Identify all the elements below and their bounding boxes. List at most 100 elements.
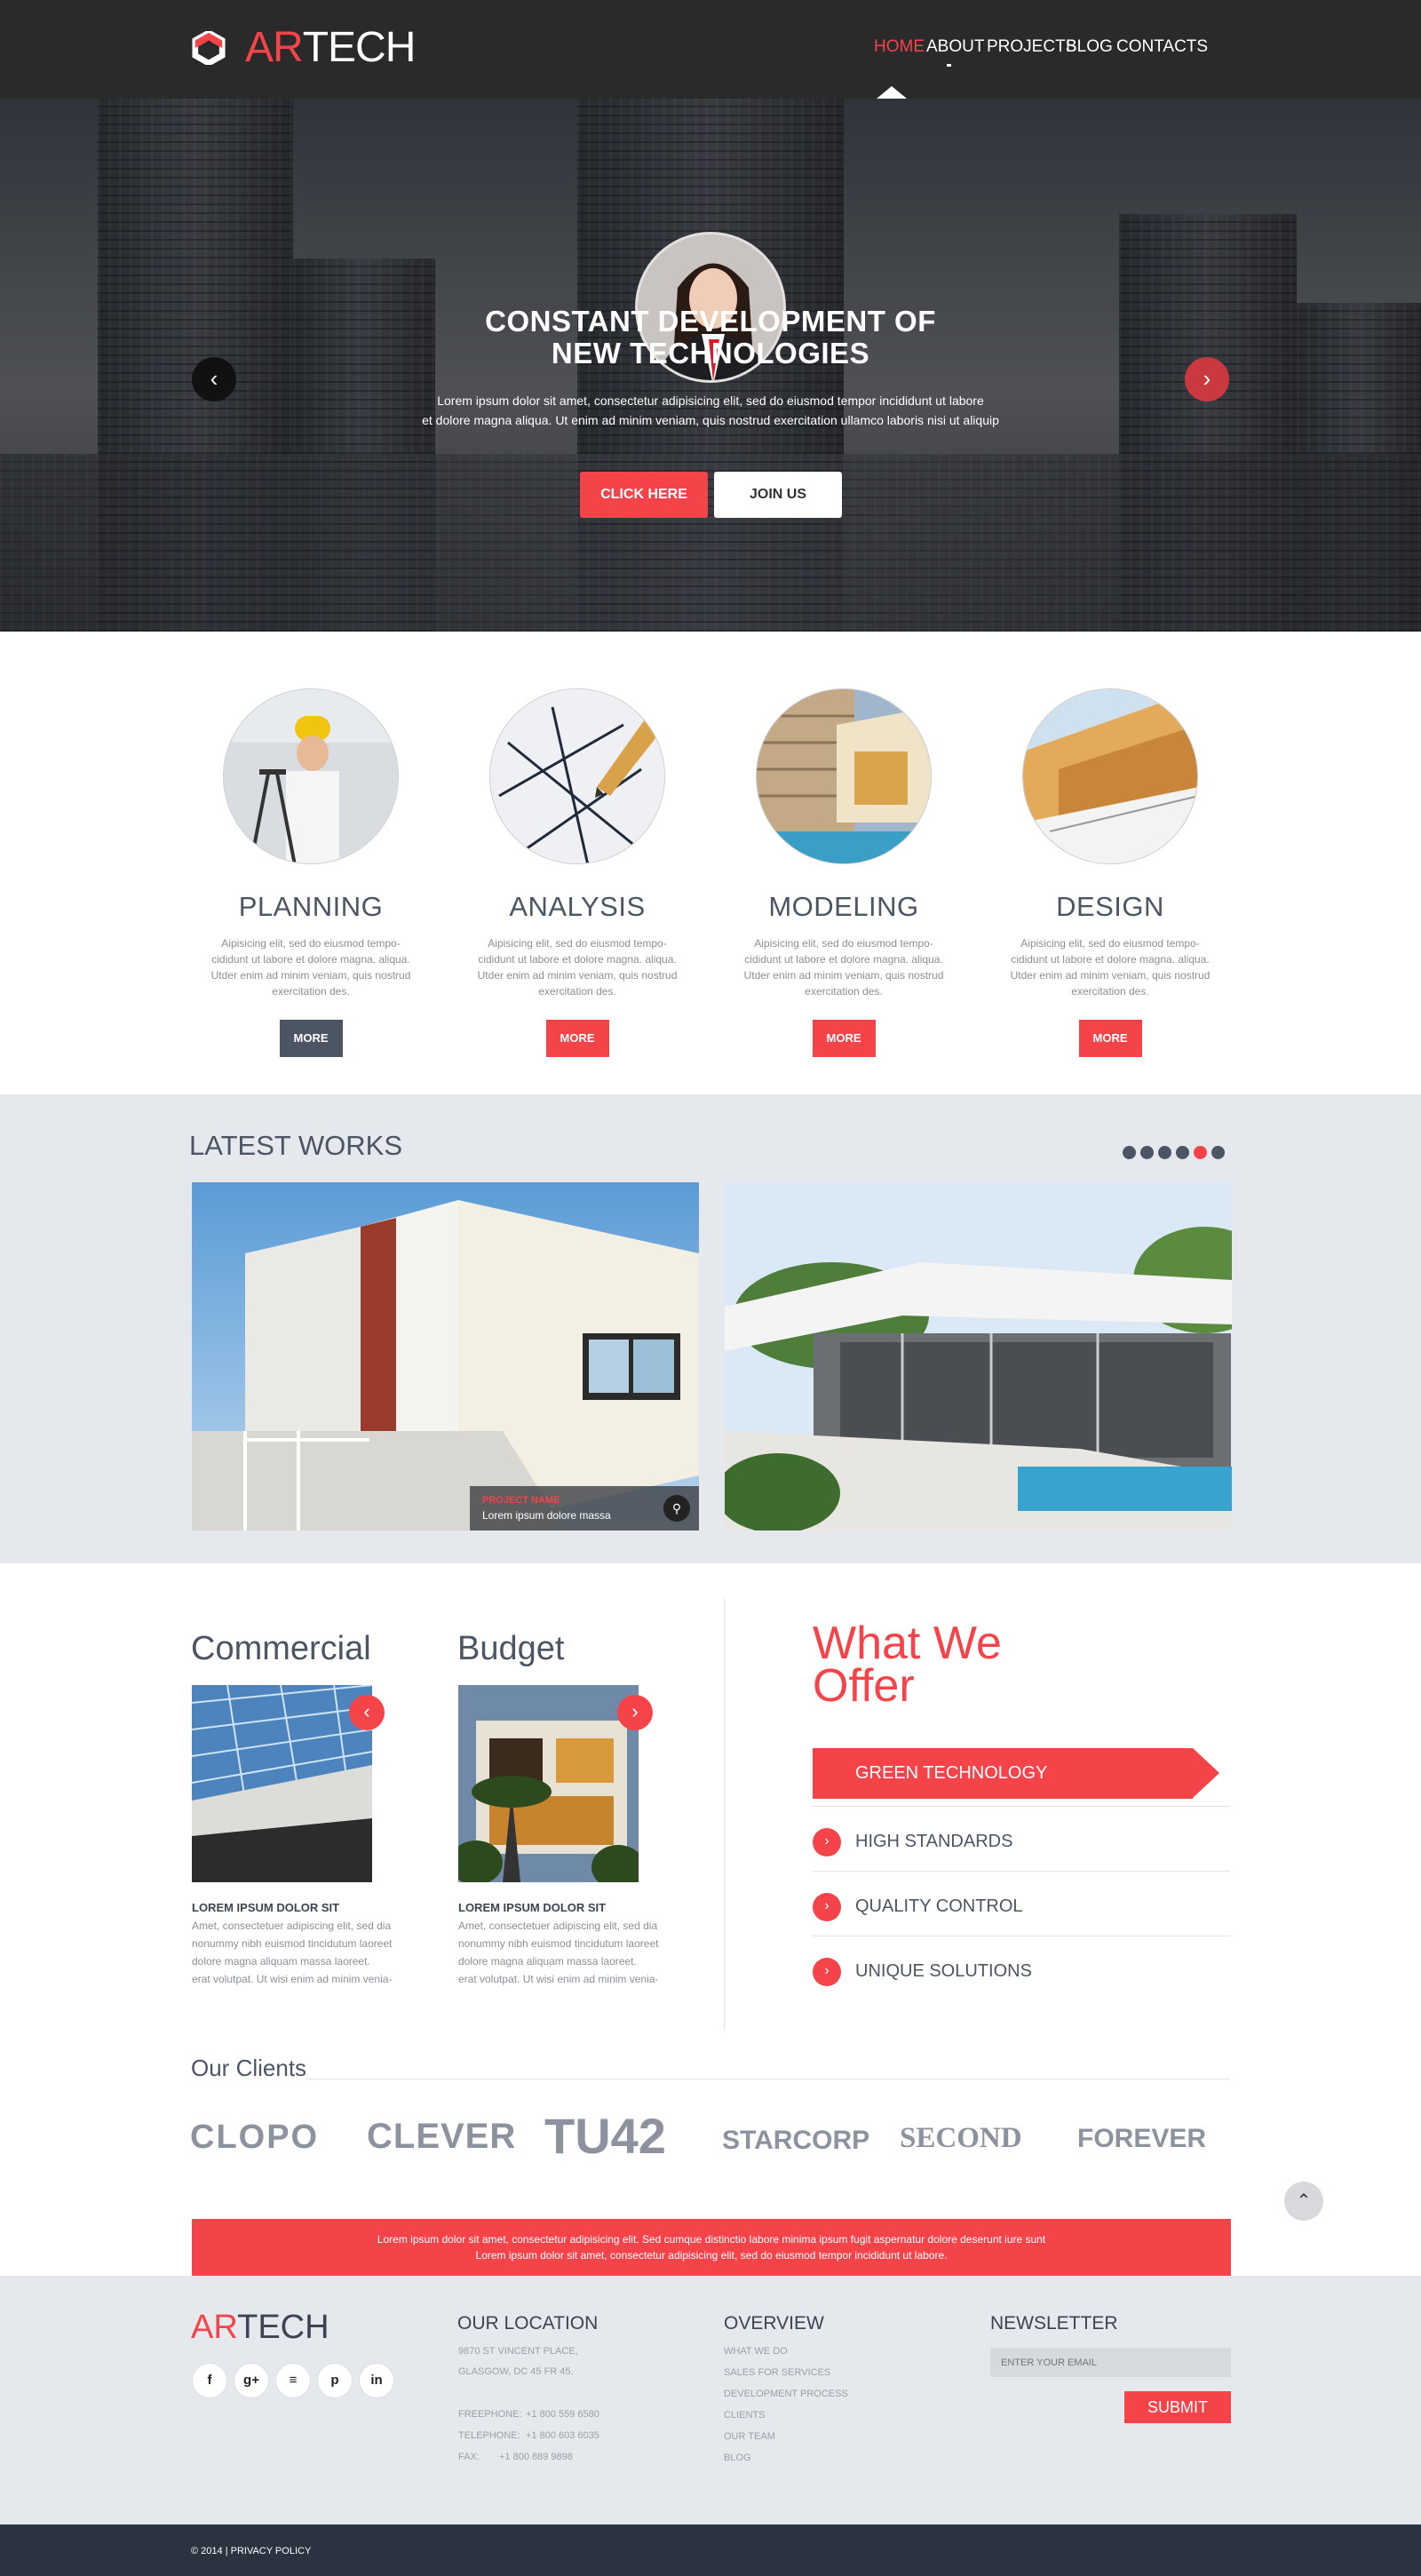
client-logo-tu42[interactable]: TU42	[544, 2107, 666, 2165]
nav-contacts[interactable]: CONTACTS	[1116, 37, 1208, 57]
commercial-text: Amet, consectetuer adipiscing elit, sed …	[192, 1917, 405, 1988]
pager-dot[interactable]	[1176, 1146, 1189, 1159]
client-logo-clever[interactable]: CLEVER	[367, 2117, 516, 2157]
client-logo-starcorp[interactable]: STARCORP	[722, 2126, 869, 2156]
fax-value: +1 800 889 9898	[499, 2452, 573, 2462]
address-line1: 9870 ST VINCENT PLACE,	[458, 2346, 578, 2357]
service-title: MODELING	[768, 891, 919, 922]
freephone-value: +1 800 559 6580	[526, 2409, 599, 2420]
commercial-title: Commercial	[191, 1630, 371, 1667]
clients-title: Our Clients	[191, 2055, 307, 2081]
chevron-right-circle-icon: ›	[813, 1828, 841, 1856]
address-line2: GLASGOW, DC 45 FR 45.	[458, 2366, 574, 2377]
chevron-right-icon[interactable]: ›	[1185, 357, 1229, 402]
commercial-text-1: Amet, consectetuer adipiscing elit, sed …	[192, 1920, 393, 1968]
pinterest-icon[interactable]: p	[317, 2363, 353, 2398]
offer-title-line2: Offer	[813, 1660, 915, 1712]
offer-title: What We Offer	[813, 1620, 1002, 1712]
overview-link[interactable]: OUR TEAM	[724, 2431, 775, 2442]
hero-title-line1: CONSTANT DEVELOPMENT OF	[485, 305, 936, 338]
works-pager	[1123, 1146, 1225, 1159]
offer-item-label: HIGH STANDARDS	[855, 1832, 1013, 1851]
join-us-button[interactable]: JOIN US	[714, 472, 842, 518]
project-name: PROJECT NAME	[482, 1495, 560, 1506]
hexagon-logo-icon	[192, 30, 226, 65]
chevron-right-icon[interactable]: ›	[617, 1695, 653, 1730]
pager-dot[interactable]	[1140, 1146, 1154, 1159]
overview-link[interactable]: SALES FOR SERVICES	[724, 2367, 830, 2378]
hero-title-line2: NEW TECHNOLOGIES	[551, 337, 870, 370]
planning-image	[223, 688, 399, 864]
client-logo-clopo[interactable]: CLOPO	[190, 2119, 319, 2157]
work-item-2[interactable]	[725, 1182, 1232, 1530]
google-plus-icon[interactable]: g+	[234, 2363, 269, 2398]
service-text: Aipisicing elit, sed do eiusmod tempo-ci…	[210, 937, 411, 998]
about-dropdown-indicator-icon	[947, 64, 951, 67]
magnifier-icon[interactable]: ⚲	[663, 1495, 690, 1522]
work-item-1[interactable]: PROJECT NAME Lorem ipsum dolore massa ⚲	[192, 1182, 699, 1530]
footer-logo[interactable]: ARTECH	[191, 2309, 329, 2347]
newsletter-submit-button[interactable]: SUBMIT	[1124, 2391, 1231, 2423]
pager-dot-active[interactable]	[1194, 1146, 1207, 1159]
service-title: ANALYSIS	[509, 891, 646, 922]
overview-link[interactable]: DEVELOPMENT PROCESS	[724, 2389, 848, 2399]
footer-logo-ar: AR	[191, 2309, 238, 2346]
pager-dot[interactable]	[1211, 1146, 1225, 1159]
chevron-left-icon[interactable]: ‹	[192, 357, 236, 402]
offer-item-label: GREEN TECHNOLOGY	[855, 1763, 1048, 1783]
overview-link[interactable]: CLIENTS	[724, 2410, 765, 2421]
back-to-top-icon[interactable]: ⌃	[1284, 2182, 1323, 2221]
nav-blog[interactable]: BLOG	[1066, 37, 1113, 57]
modeling-more-button[interactable]: MORE	[812, 1020, 876, 1057]
freephone-label: FREEPHONE:	[458, 2409, 522, 2420]
copyright[interactable]: © 2014 | PRIVACY POLICY	[191, 2546, 311, 2556]
rss-icon[interactable]: ≡	[275, 2363, 311, 2398]
logo-tech: TECH	[302, 24, 417, 71]
overview-link[interactable]: BLOG	[724, 2453, 751, 2463]
design-more-button[interactable]: MORE	[1078, 1020, 1142, 1057]
nav-home[interactable]: HOME	[874, 37, 925, 57]
hero-text-line1: Lorem ipsum dolor sit amet, consectetur …	[437, 394, 984, 408]
budget-text-2: erat volutpat. Ut wisi enim ad minim ven…	[458, 1973, 659, 1985]
offer-unique-solutions[interactable]: › UNIQUE SOLUTIONS	[813, 1936, 1230, 2001]
chevron-left-icon[interactable]: ‹	[349, 1695, 385, 1730]
service-planning: PLANNING Aipisicing elit, sed do eiusmod…	[200, 688, 422, 1057]
click-here-button[interactable]: CLICK HERE	[580, 472, 708, 518]
newsletter-email-input[interactable]	[990, 2348, 1231, 2377]
site-logo[interactable]: AR TECH	[192, 23, 417, 72]
analysis-more-button[interactable]: MORE	[545, 1020, 609, 1057]
location-title: OUR LOCATION	[457, 2313, 599, 2334]
pager-dot[interactable]	[1123, 1146, 1136, 1159]
promo-banner: Lorem ipsum dolor sit amet, consectetur …	[192, 2219, 1231, 2276]
nav-about[interactable]: ABOUT	[926, 37, 984, 57]
commercial-image	[192, 1685, 372, 1882]
nav-projects[interactable]: PROJECTS	[987, 37, 1076, 57]
client-logo-forever[interactable]: FOREVER	[1077, 2124, 1206, 2154]
planning-more-button[interactable]: MORE	[279, 1020, 343, 1057]
section-divider	[724, 1599, 725, 2030]
newsletter-title: NEWSLETTER	[990, 2313, 1118, 2334]
client-logo-second[interactable]: SECOND	[900, 2122, 1022, 2155]
service-title: PLANNING	[238, 891, 384, 922]
telephone-label: TELEPHONE:	[458, 2430, 520, 2441]
offer-high-standards[interactable]: › HIGH STANDARDS	[813, 1807, 1230, 1872]
budget-heading: LOREM IPSUM DOLOR SIT	[458, 1901, 607, 1914]
offer-quality-control[interactable]: › QUALITY CONTROL	[813, 1872, 1230, 1936]
nav-pointer-icon	[877, 86, 907, 99]
service-text: Aipisicing elit, sed do eiusmod tempo-ci…	[477, 937, 678, 998]
logo-ar: AR	[245, 24, 304, 71]
facebook-icon[interactable]: f	[192, 2363, 227, 2398]
hero-text-line2: et dolore magna aliqua. Ut enim ad minim…	[422, 413, 999, 427]
linkedin-icon[interactable]: in	[359, 2363, 394, 2398]
overview-link[interactable]: WHAT WE DO	[724, 2346, 788, 2357]
fax-label: FAX:	[458, 2452, 480, 2462]
offer-green-technology[interactable]: GREEN TECHNOLOGY	[813, 1748, 1219, 1799]
budget-image	[458, 1685, 639, 1882]
overview-title: OVERVIEW	[724, 2313, 824, 2334]
budget-text-1: Amet, consectetuer adipiscing elit, sed …	[458, 1920, 659, 1968]
pager-dot[interactable]	[1158, 1146, 1171, 1159]
chevron-right-circle-icon: ›	[813, 1893, 841, 1921]
service-text: Aipisicing elit, sed do eiusmod tempo-ci…	[743, 937, 944, 998]
footer-logo-tech: TECH	[237, 2309, 329, 2346]
hero-title: CONSTANT DEVELOPMENT OF NEW TECHNOLOGIES	[355, 306, 1066, 370]
